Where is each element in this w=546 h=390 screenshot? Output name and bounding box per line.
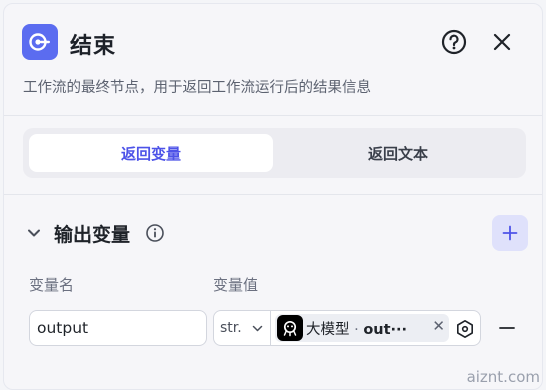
llm-node-icon bbox=[277, 315, 303, 341]
end-node-icon bbox=[22, 24, 58, 60]
add-variable-button[interactable] bbox=[492, 215, 528, 251]
return-mode-tabs: 返回变量 返回文本 bbox=[23, 128, 526, 178]
node-title: 结束 bbox=[70, 34, 117, 59]
minus-icon bbox=[499, 327, 515, 329]
divider bbox=[4, 115, 542, 116]
tab-return-variable[interactable]: 返回变量 bbox=[29, 134, 273, 172]
divider bbox=[4, 194, 542, 195]
section-title: 输出变量 bbox=[54, 224, 131, 246]
hexagon-variable-icon[interactable] bbox=[455, 319, 475, 339]
variable-name-input[interactable] bbox=[29, 310, 207, 346]
info-icon[interactable] bbox=[145, 223, 165, 243]
variable-value-field: str. 大模型 · out··· ✕ bbox=[213, 310, 481, 346]
output-variables-header: 输出变量 bbox=[23, 215, 528, 251]
watermark: aiznt.com bbox=[466, 368, 540, 386]
close-icon[interactable] bbox=[488, 28, 516, 56]
variable-reference-tag[interactable]: 大模型 · out··· ✕ bbox=[275, 314, 449, 342]
node-description: 工作流的最终节点，用于返回工作流运行后的结果信息 bbox=[23, 80, 371, 96]
ref-node-name: 大模型 bbox=[306, 322, 350, 338]
tab-return-text[interactable]: 返回文本 bbox=[276, 134, 520, 172]
clear-reference-icon[interactable]: ✕ bbox=[432, 317, 445, 335]
reference-text: 大模型 · out··· bbox=[306, 318, 407, 339]
chevron-down-icon[interactable] bbox=[25, 224, 43, 242]
chevron-down-icon bbox=[252, 325, 263, 332]
type-label: str. bbox=[220, 320, 242, 336]
ref-variable-name: out··· bbox=[363, 322, 408, 338]
remove-variable-button[interactable] bbox=[498, 319, 516, 337]
end-node-panel: 结束 工作流的最终节点，用于返回工作流运行后的结果信息 返回变量 返回文本 输出… bbox=[3, 3, 543, 390]
ref-separator: · bbox=[354, 322, 359, 338]
help-circle-icon[interactable] bbox=[440, 28, 468, 56]
plus-icon bbox=[502, 225, 518, 241]
column-label-value: 变量值 bbox=[213, 276, 259, 294]
column-label-name: 变量名 bbox=[29, 276, 75, 294]
type-select[interactable]: str. bbox=[214, 311, 271, 345]
panel-header: 结束 bbox=[22, 22, 522, 62]
